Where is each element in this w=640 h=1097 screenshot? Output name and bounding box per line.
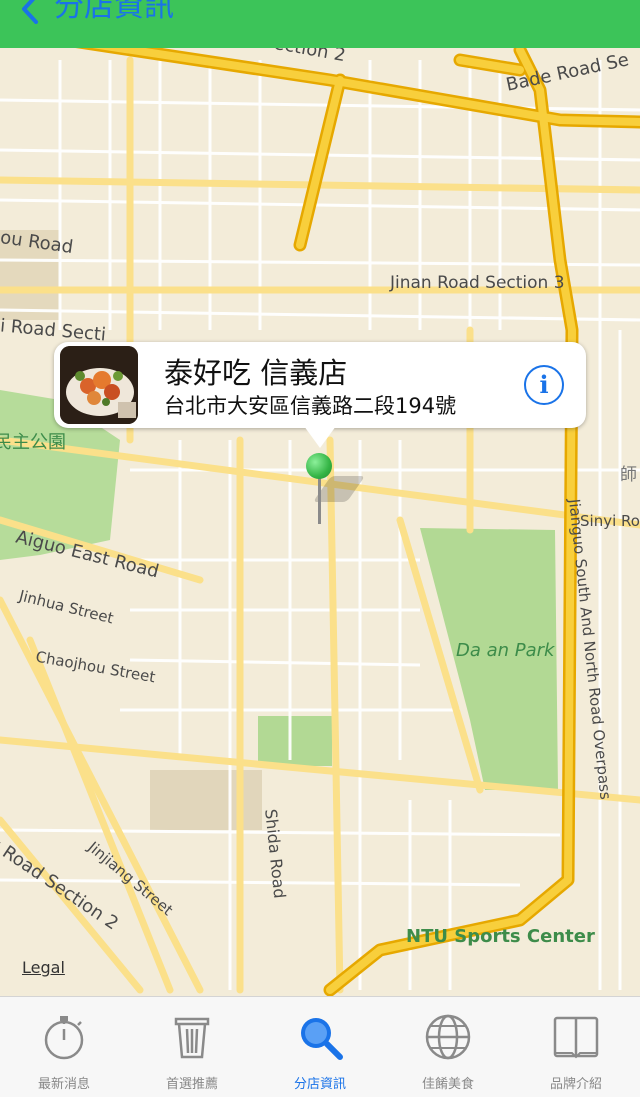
tab-latest-news[interactable]: 最新消息: [0, 997, 128, 1097]
tab-label: 佳餚美食: [421, 1077, 474, 1092]
stopwatch-icon: [44, 1016, 84, 1060]
map-legal-link[interactable]: Legal: [22, 958, 65, 977]
navigation-bar: 分店資訊: [0, 0, 640, 48]
tab-label: 首選推薦: [165, 1077, 218, 1092]
tab-label: 分店資訊: [293, 1077, 346, 1092]
tab-top-picks[interactable]: 首選推薦: [128, 997, 256, 1097]
globe-icon: [425, 1014, 471, 1060]
map-label-ntu-sports-center: NTU Sports Center: [406, 926, 595, 947]
back-chevron-icon[interactable]: [14, 0, 44, 24]
tab-label: 最新消息: [37, 1077, 90, 1092]
info-button[interactable]: i: [524, 365, 564, 405]
map-label-sinyi-road: Sinyi Ro: [580, 512, 640, 530]
callout-pointer: [304, 426, 336, 448]
tab-store-info[interactable]: 分店資訊: [256, 997, 384, 1097]
map-pin-icon[interactable]: [306, 453, 332, 479]
search-icon: [301, 1018, 343, 1060]
map-label-park-cjk: 民主公園: [0, 432, 66, 453]
callout-title: 泰好吃 信義店: [164, 356, 348, 390]
store-thumbnail: [60, 346, 138, 424]
map-label-daan-park: Da an Park: [456, 640, 555, 661]
tab-label: 品牌介紹: [549, 1077, 602, 1092]
book-icon: [553, 1016, 599, 1059]
tab-cuisine[interactable]: 佳餚美食: [384, 997, 512, 1097]
location-callout[interactable]: 泰好吃 信義店 台北市大安區信義路二段194號 i: [54, 342, 586, 428]
map-label-jinan-road: Jinan Road Section 3: [390, 273, 565, 293]
map-label-shi-cjk: 師: [620, 465, 637, 485]
tab-bar: 最新消息 首選推薦 分店資訊 佳餚美食 品牌介紹: [0, 996, 640, 1097]
tab-brand-intro[interactable]: 品牌介紹: [512, 997, 640, 1097]
callout-address: 台北市大安區信義路二段194號: [164, 394, 457, 418]
page-title[interactable]: 分店資訊: [54, 0, 174, 24]
trash-can-icon: [174, 1017, 210, 1059]
